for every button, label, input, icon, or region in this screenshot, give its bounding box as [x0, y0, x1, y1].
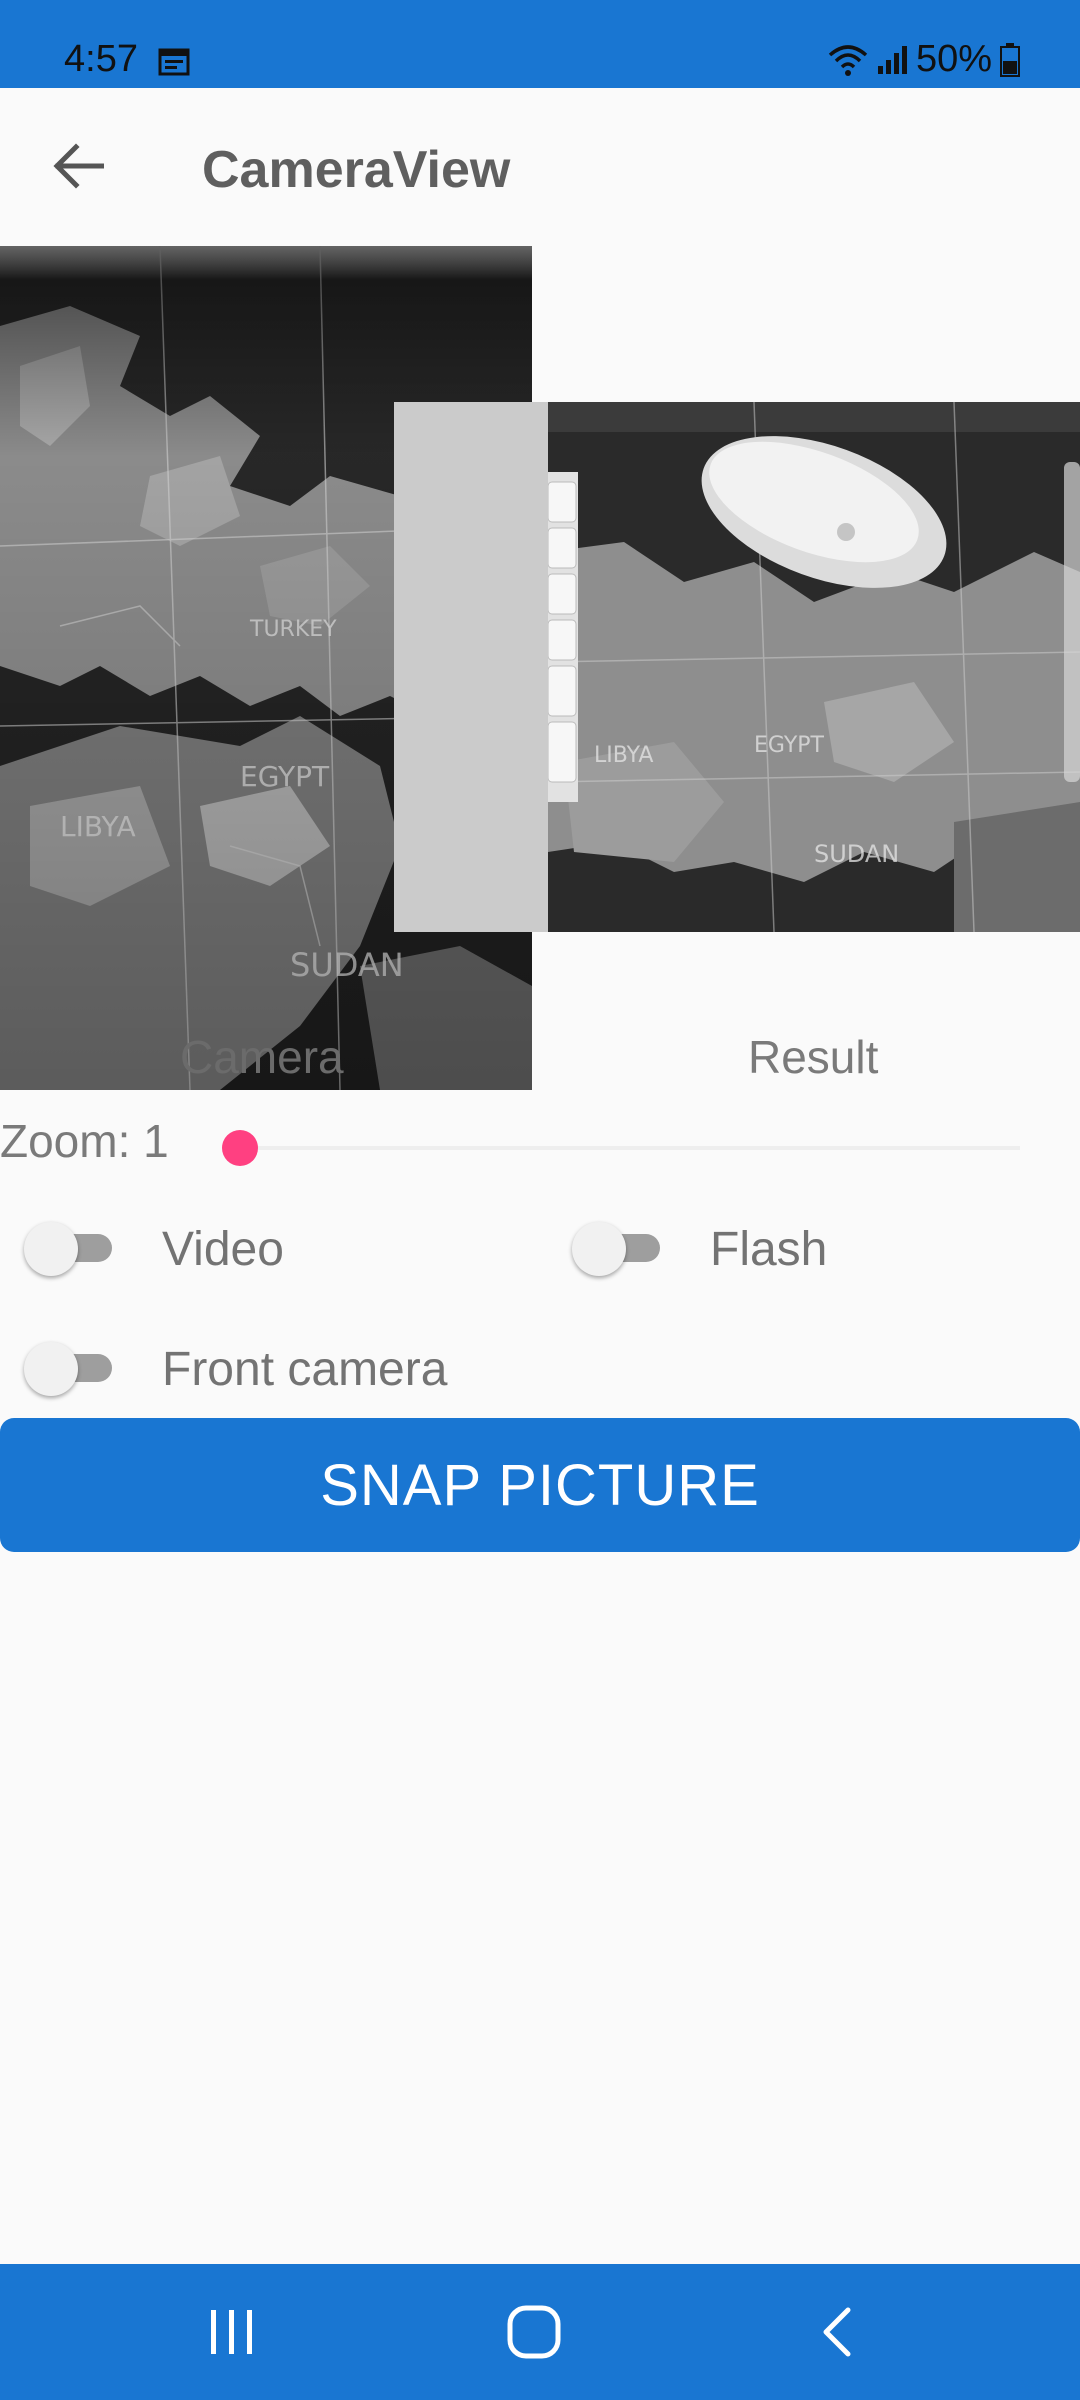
home-icon	[507, 2305, 561, 2359]
back-nav-button[interactable]	[786, 2294, 886, 2370]
recent-apps-button[interactable]	[182, 2294, 282, 2370]
zoom-row: Zoom: 1	[0, 1112, 1020, 1182]
arrow-left-icon	[53, 143, 104, 189]
flash-label: Flash	[710, 1223, 828, 1276]
signal-icon	[877, 45, 907, 74]
zoom-slider-thumb[interactable]	[222, 1130, 258, 1166]
page-title: CameraView	[202, 141, 511, 199]
battery-icon	[1000, 42, 1020, 77]
status-right-group: 50%	[828, 38, 1020, 81]
zoom-label: Zoom: 1	[0, 1115, 169, 1167]
status-bar: 4:57 50%	[0, 0, 1080, 88]
svg-text:SUDAN: SUDAN	[814, 840, 899, 868]
calendar-icon	[158, 48, 190, 76]
switch-knob	[24, 1342, 78, 1396]
result-placeholder-strip	[394, 402, 548, 932]
video-label: Video	[162, 1223, 284, 1276]
switch-knob	[24, 1222, 78, 1276]
wifi-icon	[828, 44, 868, 76]
video-switch[interactable]	[24, 1222, 114, 1276]
battery-percent: 50%	[915, 38, 992, 80]
svg-text:EGYPT: EGYPT	[754, 733, 825, 758]
back-nav-icon	[823, 2307, 851, 2357]
switch-knob	[572, 1222, 626, 1276]
status-time: 4:57	[64, 38, 138, 80]
result-preview[interactable]: EGYPT SUDAN LIBYA	[394, 402, 1080, 932]
front-camera-switch[interactable]	[24, 1342, 114, 1396]
system-nav-bar	[0, 2264, 1080, 2400]
flash-switch[interactable]	[572, 1222, 662, 1276]
snap-picture-button[interactable]: SNAP PICTURE	[0, 1418, 1080, 1552]
front-camera-toggle-row[interactable]: Front camera	[24, 1326, 624, 1406]
result-label: Result	[748, 1031, 879, 1083]
video-toggle-row[interactable]: Video	[24, 1206, 524, 1286]
recent-apps-icon	[211, 2310, 252, 2354]
zoom-slider-track[interactable]	[240, 1146, 1020, 1150]
back-button[interactable]	[40, 128, 116, 204]
flash-toggle-row[interactable]: Flash	[572, 1206, 1052, 1286]
camera-label: Camera	[180, 1031, 344, 1083]
app-bar: CameraView	[0, 88, 1080, 246]
svg-text:LIBYA: LIBYA	[594, 743, 653, 768]
front-camera-label: Front camera	[162, 1343, 448, 1396]
home-button[interactable]	[484, 2294, 584, 2370]
